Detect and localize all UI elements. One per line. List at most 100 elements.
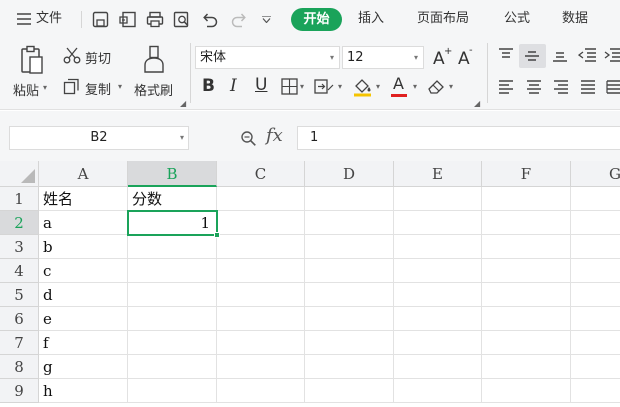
cell-d7[interactable] <box>305 331 394 355</box>
column-header-f[interactable]: F <box>482 161 571 187</box>
row-header-8[interactable]: 8 <box>0 355 39 379</box>
cell-f5[interactable] <box>482 283 571 307</box>
merge-cells-dropdown-icon[interactable]: ▾ <box>338 82 342 91</box>
row-header-9[interactable]: 9 <box>0 379 39 403</box>
tab-page-layout[interactable]: 页面布局 <box>417 0 469 38</box>
paste-button[interactable]: 粘贴 <box>13 80 39 99</box>
cell-g9[interactable] <box>571 379 620 403</box>
cell-c6[interactable] <box>217 307 305 331</box>
merge-cells-icon[interactable] <box>314 78 334 95</box>
decrease-indent-icon[interactable] <box>578 48 596 62</box>
hamburger-menu-icon[interactable] <box>17 13 31 25</box>
borders-dropdown-icon[interactable]: ▾ <box>300 82 304 91</box>
row-header-2[interactable]: 2 <box>0 211 39 235</box>
tab-data[interactable]: 数据 <box>562 0 588 38</box>
paste-icon[interactable] <box>20 45 44 75</box>
cell-b8[interactable] <box>128 355 217 379</box>
align-right-icon[interactable] <box>553 80 569 94</box>
cell-f8[interactable] <box>482 355 571 379</box>
tab-start[interactable]: 开始 <box>291 8 342 31</box>
cell-f6[interactable] <box>482 307 571 331</box>
cell-f7[interactable] <box>482 331 571 355</box>
align-bottom-icon[interactable] <box>552 48 568 62</box>
copy-button[interactable]: 复制 <box>85 79 111 98</box>
font-color-dropdown-icon[interactable]: ▾ <box>413 82 417 91</box>
row-header-4[interactable]: 4 <box>0 259 39 283</box>
quick-access-dropdown-icon[interactable] <box>262 16 271 23</box>
cell-b6[interactable] <box>128 307 217 331</box>
cell-c5[interactable] <box>217 283 305 307</box>
justify-icon[interactable] <box>580 80 596 94</box>
export-pdf-icon[interactable] <box>119 11 137 28</box>
align-middle-button[interactable] <box>519 44 546 68</box>
row-header-1[interactable]: 1 <box>0 187 39 211</box>
cell-d5[interactable] <box>305 283 394 307</box>
column-header-b[interactable]: B <box>128 161 217 187</box>
cell-a5[interactable]: d <box>39 283 128 307</box>
row-header-5[interactable]: 5 <box>0 283 39 307</box>
cell-c4[interactable] <box>217 259 305 283</box>
italic-button[interactable]: I <box>230 76 237 96</box>
cell-a9[interactable]: h <box>39 379 128 403</box>
clipboard-group-launcher-icon[interactable]: ◢ <box>180 99 186 108</box>
paste-dropdown-icon[interactable]: ▾ <box>43 83 47 92</box>
column-header-e[interactable]: E <box>394 161 482 187</box>
font-size-select[interactable]: 12 ▾ <box>342 46 424 69</box>
cut-button[interactable]: 剪切 <box>85 48 111 67</box>
fill-color-dropdown-icon[interactable]: ▾ <box>376 82 380 91</box>
cell-c9[interactable] <box>217 379 305 403</box>
cell-f1[interactable] <box>482 187 571 211</box>
font-group-launcher-icon[interactable]: ◢ <box>474 99 480 108</box>
cell-c3[interactable] <box>217 235 305 259</box>
cell-c8[interactable] <box>217 355 305 379</box>
copy-icon[interactable] <box>63 78 80 95</box>
cell-g4[interactable] <box>571 259 620 283</box>
clear-format-dropdown-icon[interactable]: ▾ <box>449 82 453 91</box>
align-center-icon[interactable] <box>526 80 542 94</box>
align-left-icon[interactable] <box>498 80 514 94</box>
cell-g8[interactable] <box>571 355 620 379</box>
cell-a1[interactable]: 姓名 <box>39 187 128 211</box>
underline-button[interactable]: U <box>255 75 267 95</box>
row-header-3[interactable]: 3 <box>0 235 39 259</box>
cell-e5[interactable] <box>394 283 482 307</box>
cell-e7[interactable] <box>394 331 482 355</box>
cell-d1[interactable] <box>305 187 394 211</box>
cell-d9[interactable] <box>305 379 394 403</box>
undo-icon[interactable] <box>201 11 219 28</box>
cell-b7[interactable] <box>128 331 217 355</box>
cell-d4[interactable] <box>305 259 394 283</box>
cell-g7[interactable] <box>571 331 620 355</box>
cell-g3[interactable] <box>571 235 620 259</box>
font-color-button[interactable]: A <box>393 74 404 94</box>
tab-formulas[interactable]: 公式 <box>504 0 530 38</box>
cell-a3[interactable]: b <box>39 235 128 259</box>
cell-f2[interactable] <box>482 211 571 235</box>
column-header-g[interactable]: G <box>571 161 620 187</box>
increase-font-size-icon[interactable]: A + <box>432 46 452 66</box>
cell-d6[interactable] <box>305 307 394 331</box>
cell-b2[interactable]: 1 <box>128 211 217 235</box>
copy-dropdown-icon[interactable]: ▾ <box>118 82 122 91</box>
column-header-a[interactable]: A <box>39 161 128 187</box>
borders-icon[interactable] <box>281 78 298 95</box>
print-preview-icon[interactable] <box>173 11 191 28</box>
cell-d3[interactable] <box>305 235 394 259</box>
cell-e2[interactable] <box>394 211 482 235</box>
cell-f9[interactable] <box>482 379 571 403</box>
zoom-search-icon[interactable] <box>240 130 258 147</box>
format-painter-icon[interactable] <box>142 45 166 75</box>
tab-insert[interactable]: 插入 <box>358 0 384 38</box>
cell-b5[interactable] <box>128 283 217 307</box>
insert-function-button[interactable]: fx <box>266 125 283 146</box>
clear-format-icon[interactable] <box>427 78 447 95</box>
font-name-dropdown-icon[interactable]: ▾ <box>330 47 334 68</box>
redo-icon[interactable] <box>230 11 248 28</box>
decrease-font-size-icon[interactable]: A- <box>457 46 477 66</box>
format-painter-button[interactable]: 格式刷 <box>134 80 173 99</box>
cell-b1[interactable]: 分数 <box>128 187 217 211</box>
column-header-d[interactable]: D <box>305 161 394 187</box>
cell-g1[interactable] <box>571 187 620 211</box>
select-all-corner[interactable] <box>0 161 39 187</box>
name-box[interactable]: B2 ▾ <box>9 126 189 150</box>
